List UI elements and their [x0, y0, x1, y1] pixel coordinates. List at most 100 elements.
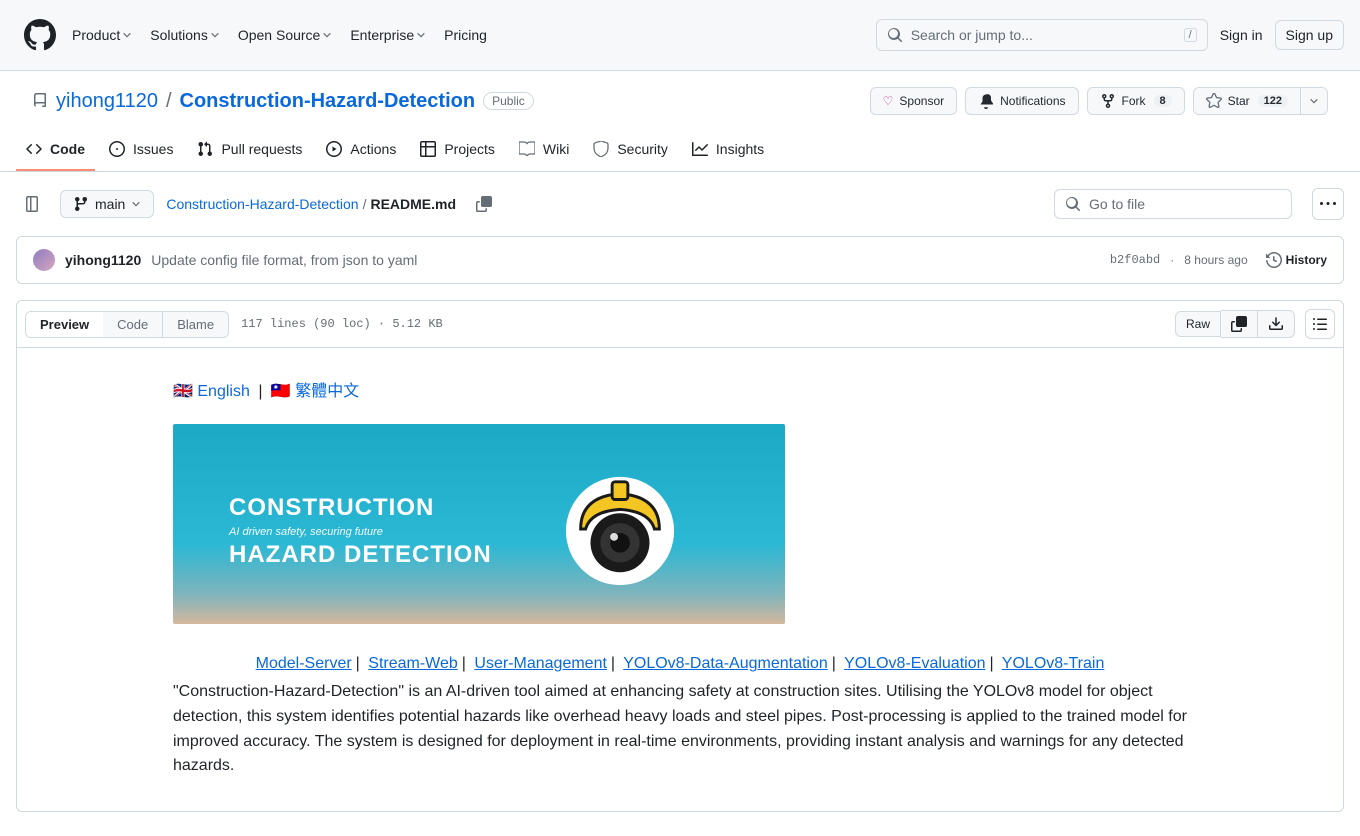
tab-pull-requests[interactable]: Pull requests	[187, 131, 312, 171]
tab-wiki[interactable]: Wiki	[509, 131, 579, 171]
tab-code[interactable]: Code	[16, 131, 95, 171]
chevron-down-icon	[131, 199, 141, 209]
tab-projects[interactable]: Projects	[410, 131, 505, 171]
heart-icon: ♡	[883, 94, 894, 108]
star-button[interactable]: Star122	[1194, 88, 1300, 114]
history-icon	[1266, 252, 1282, 268]
outline-button[interactable]	[1305, 309, 1335, 339]
link-user-mgmt[interactable]: User-Management	[474, 655, 607, 672]
commit-sha[interactable]: b2f0abd	[1110, 253, 1160, 267]
search-placeholder: Search or jump to...	[911, 27, 1176, 43]
go-to-file[interactable]: Go to file	[1054, 189, 1292, 219]
issues-icon	[109, 141, 125, 157]
repo-tabs: Code Issues Pull requests Actions Projec…	[0, 131, 1360, 172]
tab-issues[interactable]: Issues	[99, 131, 183, 171]
table-icon	[420, 141, 436, 157]
graph-icon	[692, 141, 708, 157]
repo-header: yihong1120 / Construction-Hazard-Detecti…	[0, 71, 1360, 115]
visibility-badge: Public	[483, 92, 534, 110]
repo-icon	[32, 93, 48, 109]
download-icon	[1268, 316, 1284, 332]
primary-nav: Product Solutions Open Source Enterprise…	[72, 27, 876, 43]
commit-message[interactable]: Update config file format, from json to …	[151, 252, 417, 268]
description: "Construction-Hazard-Detection" is an AI…	[173, 680, 1187, 779]
notifications-button[interactable]: Notifications	[965, 87, 1078, 115]
link-stream-web[interactable]: Stream-Web	[368, 655, 458, 672]
sign-in-link[interactable]: Sign in	[1220, 27, 1263, 43]
breadcrumb-root[interactable]: Construction-Hazard-Detection	[166, 196, 358, 212]
copy-raw-button[interactable]	[1221, 310, 1257, 338]
shield-icon	[593, 141, 609, 157]
banner-logo-icon	[561, 472, 679, 590]
link-train[interactable]: YOLOv8-Train	[1002, 655, 1105, 672]
search-icon	[887, 27, 903, 43]
branch-selector[interactable]: main	[60, 190, 154, 218]
nav-solutions[interactable]: Solutions	[150, 27, 220, 43]
repo-actions: ♡Sponsor Notifications Fork8 Star122	[870, 87, 1328, 115]
branch-icon	[73, 196, 89, 212]
star-button-group: Star122	[1193, 87, 1328, 115]
latest-commit: yihong1120 Update config file format, fr…	[16, 236, 1344, 284]
expand-tree-button[interactable]	[16, 188, 48, 220]
more-menu[interactable]	[1312, 188, 1344, 220]
breadcrumb: Construction-Hazard-Detection / README.m…	[166, 196, 456, 212]
copy-icon	[476, 196, 492, 212]
star-menu-caret[interactable]	[1300, 88, 1327, 114]
file-view: Preview Code Blame 117 lines (90 loc) · …	[16, 300, 1344, 812]
file-toolbar: Preview Code Blame 117 lines (90 loc) · …	[17, 301, 1343, 348]
hero-banner: Construction AI driven safety, securing …	[173, 424, 785, 624]
module-links: Model-Server| Stream-Web| User-Managemen…	[173, 652, 1187, 676]
global-search[interactable]: Search or jump to... /	[876, 19, 1208, 51]
bell-icon	[978, 93, 994, 109]
link-eval[interactable]: YOLOv8-Evaluation	[844, 655, 985, 672]
nav-open-source[interactable]: Open Source	[238, 27, 333, 43]
sponsor-button[interactable]: ♡Sponsor	[870, 87, 957, 115]
file-nav-bar: main Construction-Hazard-Detection / REA…	[0, 172, 1360, 236]
commit-author[interactable]: yihong1120	[65, 252, 141, 268]
nav-product[interactable]: Product	[72, 27, 132, 43]
global-header: Product Solutions Open Source Enterprise…	[0, 0, 1360, 71]
commit-time: 8 hours ago	[1184, 253, 1247, 267]
tab-security[interactable]: Security	[583, 131, 678, 171]
owner-link[interactable]: yihong1120	[56, 90, 158, 113]
language-selector: 🇬🇧 English | 🇹🇼 繁體中文	[173, 380, 1187, 404]
sign-up-button[interactable]: Sign up	[1275, 20, 1344, 50]
breadcrumb-file: README.md	[370, 196, 456, 212]
lang-zhtw[interactable]: 繁體中文	[295, 383, 359, 400]
search-icon	[1065, 196, 1081, 212]
kebab-icon	[1320, 196, 1336, 212]
code-icon	[26, 141, 42, 157]
file-info: 117 lines (90 loc) · 5.12 KB	[241, 317, 443, 331]
code-tab[interactable]: Code	[103, 312, 162, 337]
link-model-server[interactable]: Model-Server	[256, 655, 352, 672]
copy-icon	[1231, 316, 1247, 332]
star-icon	[1206, 93, 1222, 109]
view-mode-tabs: Preview Code Blame	[25, 311, 229, 338]
download-button[interactable]	[1257, 310, 1295, 338]
list-icon	[1312, 316, 1328, 332]
repo-title: yihong1120 / Construction-Hazard-Detecti…	[32, 90, 534, 113]
tab-insights[interactable]: Insights	[682, 131, 774, 171]
fork-icon	[1100, 93, 1116, 109]
avatar[interactable]	[33, 249, 55, 271]
markdown-body: 🇬🇧 English | 🇹🇼 繁體中文 Construction AI dri…	[17, 348, 1343, 811]
search-shortcut: /	[1184, 28, 1197, 42]
repo-link[interactable]: Construction-Hazard-Detection	[180, 90, 476, 113]
chevron-down-icon	[1309, 96, 1319, 106]
play-icon	[326, 141, 342, 157]
github-logo[interactable]	[24, 19, 56, 51]
sidebar-collapse-icon	[24, 196, 40, 212]
preview-tab[interactable]: Preview	[26, 312, 103, 337]
tab-actions[interactable]: Actions	[316, 131, 406, 171]
history-link[interactable]: History	[1266, 252, 1327, 268]
lang-english[interactable]: English	[197, 383, 249, 400]
blame-tab[interactable]: Blame	[163, 312, 228, 337]
book-icon	[519, 141, 535, 157]
link-data-aug[interactable]: YOLOv8-Data-Augmentation	[623, 655, 828, 672]
nav-enterprise[interactable]: Enterprise	[350, 27, 426, 43]
nav-pricing[interactable]: Pricing	[444, 27, 487, 43]
pr-icon	[197, 141, 213, 157]
raw-button[interactable]: Raw	[1175, 311, 1221, 337]
copy-path-button[interactable]	[468, 188, 500, 220]
fork-button[interactable]: Fork8	[1087, 87, 1185, 115]
